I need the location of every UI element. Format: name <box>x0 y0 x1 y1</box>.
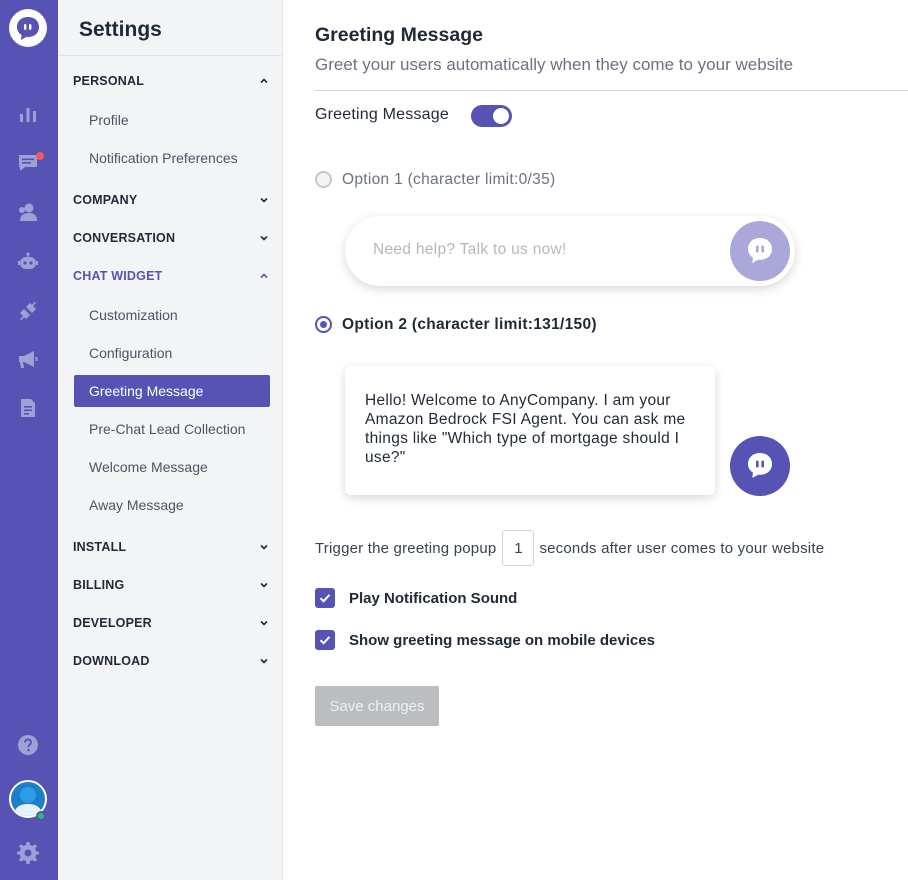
sidebar-item-notification-preferences[interactable]: Notification Preferences <box>74 142 270 174</box>
sidebar-item-profile[interactable]: Profile <box>74 104 270 136</box>
sidebar-item-label: Notification Preferences <box>89 150 238 166</box>
section-billing[interactable]: BILLING <box>73 575 269 595</box>
greeting-message-card[interactable]: Hello! Welcome to AnyCompany. I am your … <box>345 366 715 495</box>
chevron-up-icon <box>260 78 268 84</box>
section-label: CHAT WIDGET <box>73 269 163 283</box>
sidebar-item-label: Configuration <box>89 345 173 361</box>
chevron-down-icon <box>260 197 268 203</box>
settings-sidebar: Settings PERSONAL Profile Notification P… <box>58 0 283 880</box>
settings-gear-icon[interactable] <box>17 842 39 864</box>
section-label: COMPANY <box>73 193 138 207</box>
section-label: CONVERSATION <box>73 231 176 245</box>
page-title: Greeting Message <box>315 24 483 46</box>
knowledge-base-icon[interactable] <box>17 397 39 419</box>
sidebar-item-label: Customization <box>89 307 178 323</box>
greeting-message-toggle[interactable] <box>471 105 512 127</box>
option-1-radio[interactable] <box>315 171 332 188</box>
integrations-icon[interactable] <box>17 300 39 322</box>
icon-rail <box>0 0 58 880</box>
option-2-label: Option 2 (character limit:131/150) <box>342 316 597 333</box>
chevron-up-icon <box>260 273 268 279</box>
sidebar-item-label: Profile <box>89 112 129 128</box>
sidebar-title: Settings <box>79 18 162 41</box>
section-install[interactable]: INSTALL <box>73 537 269 557</box>
sidebar-item-label: Welcome Message <box>89 459 208 475</box>
mobile-greeting-checkbox[interactable] <box>315 630 335 650</box>
section-developer[interactable]: DEVELOPER <box>73 613 269 633</box>
greeting-preview-pill: Need help? Talk to us now! <box>345 216 795 286</box>
chevron-down-icon <box>260 235 268 241</box>
reports-icon[interactable] <box>17 103 39 125</box>
trigger-delay-input[interactable] <box>502 530 535 566</box>
chevron-down-icon <box>260 658 268 664</box>
section-label: INSTALL <box>73 540 127 554</box>
save-changes-button[interactable]: Save changes <box>315 686 439 726</box>
trigger-prefix: Trigger the greeting popup <box>315 539 497 557</box>
sidebar-item-away-message[interactable]: Away Message <box>74 489 270 521</box>
sidebar-item-label: Pre-Chat Lead Collection <box>89 421 246 437</box>
greeting-toggle-label: Greeting Message <box>315 106 449 123</box>
sidebar-divider <box>58 55 282 56</box>
chevron-down-icon <box>260 544 268 550</box>
chat-logo-icon <box>17 17 39 40</box>
toggle-knob <box>493 108 509 124</box>
greeting-message-text[interactable]: Hello! Welcome to AnyCompany. I am your … <box>365 391 705 467</box>
sidebar-item-pre-chat-lead-collection[interactable]: Pre-Chat Lead Collection <box>74 413 270 445</box>
page-divider <box>315 90 908 91</box>
checkmark-icon <box>319 636 331 645</box>
help-icon[interactable] <box>17 734 39 756</box>
sidebar-item-customization[interactable]: Customization <box>74 299 270 331</box>
play-sound-label: Play Notification Sound <box>349 589 518 607</box>
section-download[interactable]: DOWNLOAD <box>73 651 269 671</box>
option-1-label: Option 1 (character limit:0/35) <box>342 171 556 188</box>
main-content: Greeting Message Greet your users automa… <box>283 0 908 880</box>
play-sound-checkbox[interactable] <box>315 588 335 608</box>
section-chat-widget[interactable]: CHAT WIDGET <box>73 266 269 286</box>
option-2-radio[interactable] <box>315 316 332 333</box>
chevron-down-icon <box>260 620 268 626</box>
mobile-greeting-label: Show greeting message on mobile devices <box>349 631 655 649</box>
section-label: DOWNLOAD <box>73 654 150 668</box>
section-company[interactable]: COMPANY <box>73 190 269 210</box>
notification-badge <box>36 152 44 160</box>
chat-launcher-icon <box>730 436 790 496</box>
section-label: BILLING <box>73 578 125 592</box>
section-label: DEVELOPER <box>73 616 152 630</box>
checkmark-icon <box>319 594 331 603</box>
online-status-dot <box>36 811 46 821</box>
bot-icon[interactable] <box>17 251 39 273</box>
mobile-greeting-row[interactable]: Show greeting message on mobile devices <box>315 630 655 650</box>
app-logo[interactable] <box>9 9 47 47</box>
chevron-down-icon <box>260 582 268 588</box>
trigger-delay-row: Trigger the greeting popup seconds after… <box>315 530 824 566</box>
chat-launcher-icon <box>730 221 790 281</box>
sidebar-item-configuration[interactable]: Configuration <box>74 337 270 369</box>
section-personal[interactable]: PERSONAL <box>73 71 269 91</box>
campaigns-icon[interactable] <box>17 348 39 370</box>
section-label: PERSONAL <box>73 74 145 88</box>
sidebar-item-greeting-message[interactable]: Greeting Message <box>74 375 270 407</box>
section-conversation[interactable]: CONVERSATION <box>73 228 269 248</box>
page-subtitle: Greet your users automatically when they… <box>315 55 794 74</box>
play-sound-row[interactable]: Play Notification Sound <box>315 588 517 608</box>
contacts-icon[interactable] <box>17 201 39 223</box>
sidebar-item-welcome-message[interactable]: Welcome Message <box>74 451 270 483</box>
greeting-pill-placeholder: Need help? Talk to us now! <box>373 241 567 258</box>
trigger-suffix: seconds after user comes to your website <box>539 539 825 557</box>
sidebar-item-label: Greeting Message <box>89 383 204 399</box>
sidebar-item-label: Away Message <box>89 497 184 513</box>
